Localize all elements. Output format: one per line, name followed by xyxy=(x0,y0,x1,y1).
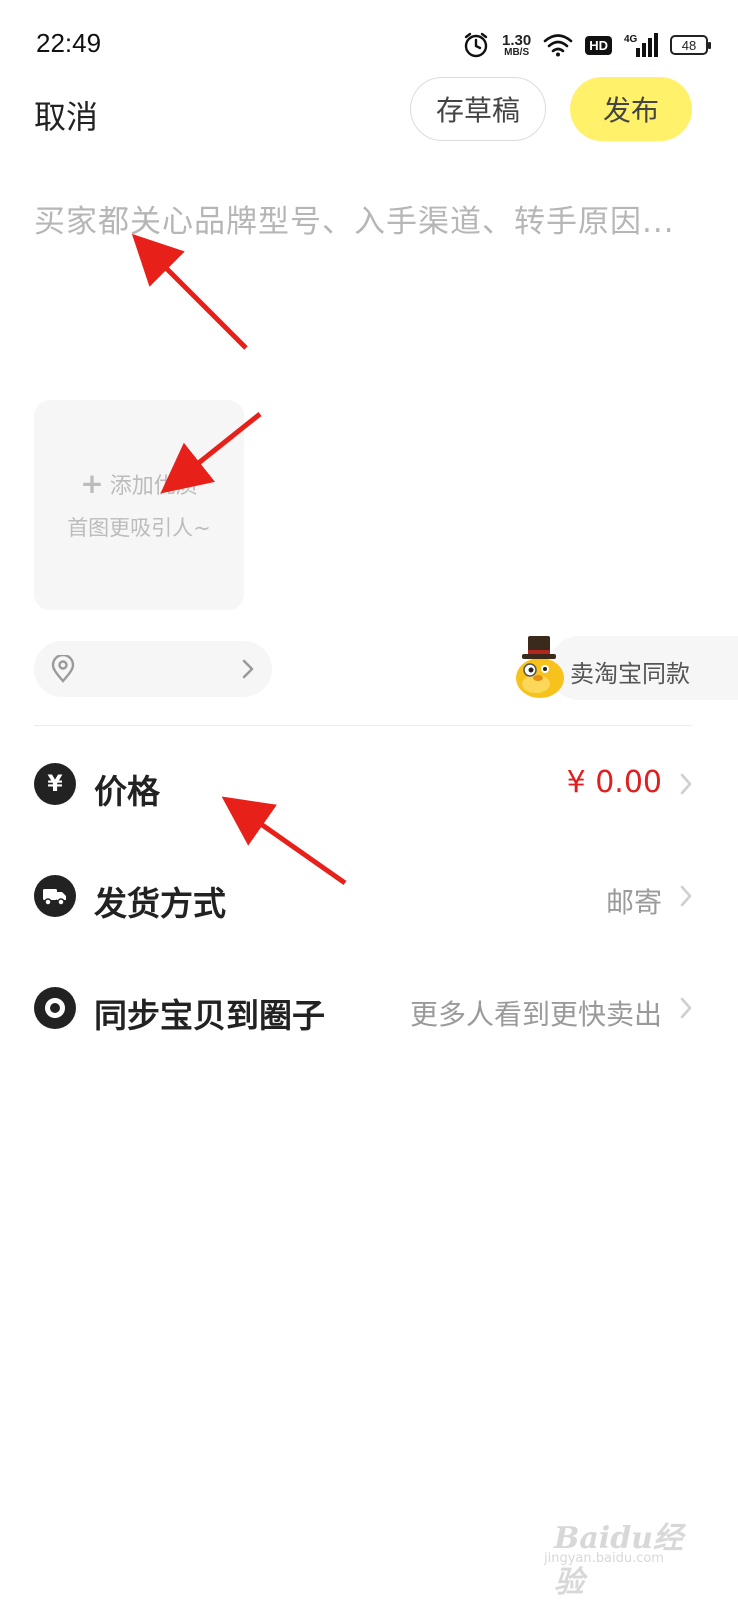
wifi-icon xyxy=(543,34,573,57)
publish-button[interactable]: 发布 xyxy=(570,77,692,141)
shipping-row[interactable]: 发货方式 邮寄 xyxy=(34,867,692,927)
shipping-value: 邮寄 xyxy=(605,886,662,919)
add-photo-label: 添加优质 xyxy=(109,474,198,499)
cancel-button[interactable]: 取消 xyxy=(34,92,98,138)
shipping-label: 发货方式 xyxy=(94,884,226,923)
status-time: 22:49 xyxy=(36,28,102,58)
mascot-icon xyxy=(516,636,564,698)
description-input[interactable]: 买家都关心品牌型号、入手渠道、转手原因... xyxy=(34,196,694,376)
chevron-right-icon xyxy=(680,885,692,907)
status-icons: 1.30 MB/S HD 4G 48 xyxy=(462,28,711,62)
net-speed: 1.30 MB/S xyxy=(502,33,531,58)
location-pin-icon xyxy=(51,655,75,683)
sell-taobao-same-button[interactable]: 卖淘宝同款 xyxy=(508,632,738,702)
chevron-right-icon xyxy=(680,773,692,795)
chevron-right-icon xyxy=(680,997,692,1019)
price-row[interactable]: ¥ 价格 ¥ 0.00 xyxy=(34,755,692,815)
truck-icon xyxy=(34,875,76,917)
add-photo-button[interactable]: + 添加优质 首图更吸引人~ xyxy=(34,400,244,610)
price-value: ¥ 0.00 xyxy=(566,765,662,800)
net-speed-unit: MB/S xyxy=(504,46,530,58)
chevron-right-icon xyxy=(242,659,254,679)
watermark-url: jingyan.baidu.com xyxy=(544,1551,664,1566)
net-speed-value: 1.30 xyxy=(502,31,532,49)
taobao-same-label: 卖淘宝同款 xyxy=(570,660,690,688)
location-selector[interactable] xyxy=(34,641,272,697)
hd-badge: HD xyxy=(585,35,612,55)
divider xyxy=(34,725,692,726)
yuan-glyph: ¥ xyxy=(47,771,63,797)
alarm-icon xyxy=(464,32,488,58)
yuan-icon: ¥ xyxy=(34,763,76,805)
add-photo-line1: + 添加优质 xyxy=(80,468,197,500)
battery-icon: 48 xyxy=(670,35,711,55)
network-type: 4G xyxy=(624,34,638,45)
plus-icon: + xyxy=(80,467,104,500)
price-label: 价格 xyxy=(94,772,160,811)
circle-icon xyxy=(34,987,76,1029)
save-draft-button[interactable]: 存草稿 xyxy=(410,77,546,141)
sync-circle-row[interactable]: 同步宝贝到圈子 更多人看到更快卖出 xyxy=(34,979,692,1039)
add-photo-hint: 首图更吸引人~ xyxy=(67,516,211,540)
signal-icon: 4G xyxy=(624,33,658,57)
watermark: Baidu经验 jingyan.baidu.com xyxy=(540,1495,710,1600)
sync-label: 同步宝贝到圈子 xyxy=(94,996,325,1035)
sync-value: 更多人看到更快卖出 xyxy=(409,998,662,1031)
